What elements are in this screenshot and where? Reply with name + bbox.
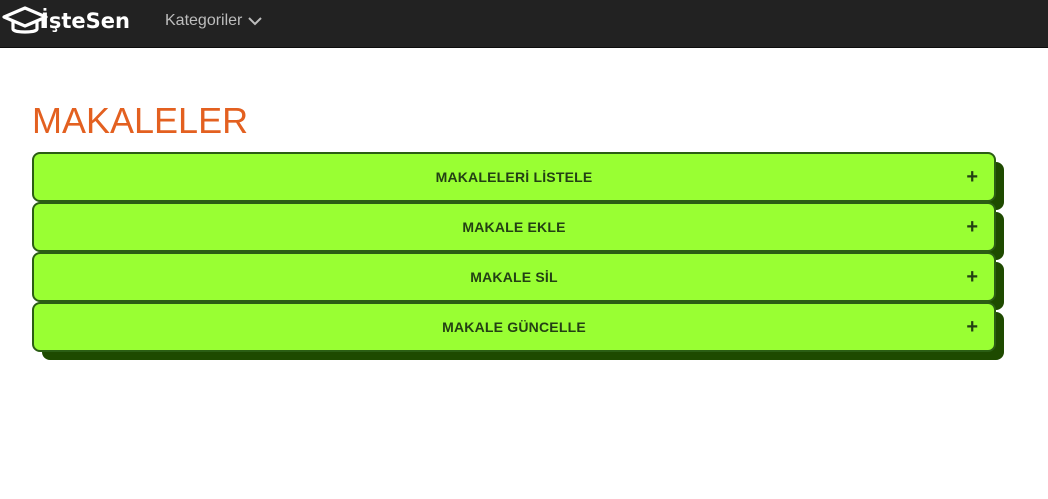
accordion-header-list[interactable]: MAKALELERİ LİSTELE + <box>32 152 996 202</box>
brand-name: İşteSen <box>41 9 130 33</box>
accordion-item-list: MAKALELERİ LİSTELE + <box>32 152 1004 210</box>
chevron-down-icon <box>248 17 263 26</box>
plus-icon[interactable]: + <box>966 317 978 337</box>
accordion-item-delete: MAKALE SİL + <box>32 252 1004 310</box>
plus-icon[interactable]: + <box>966 267 978 287</box>
plus-icon[interactable]: + <box>966 217 978 237</box>
accordion-label: MAKALE GÜNCELLE <box>442 319 586 335</box>
accordion-header-update[interactable]: MAKALE GÜNCELLE + <box>32 302 996 352</box>
accordion-header-add[interactable]: MAKALE EKLE + <box>32 202 996 252</box>
accordion-item-add: MAKALE EKLE + <box>32 202 1004 260</box>
accordion-label: MAKALELERİ LİSTELE <box>435 169 593 185</box>
accordion-header-delete[interactable]: MAKALE SİL + <box>32 252 996 302</box>
accordion-item-update: MAKALE GÜNCELLE + <box>32 302 1004 360</box>
top-navbar: İşteSen Kategoriler <box>0 0 1048 48</box>
categories-dropdown[interactable]: Kategoriler <box>165 12 263 30</box>
page-title: MAKALELER <box>32 100 249 141</box>
accordion-label: MAKALE EKLE <box>462 219 566 235</box>
plus-icon[interactable]: + <box>966 167 978 187</box>
categories-label: Kategoriler <box>165 12 243 29</box>
brand-link[interactable]: İşteSen <box>2 4 130 38</box>
articles-accordion: MAKALELERİ LİSTELE + MAKALE EKLE + MAKAL… <box>32 152 1004 360</box>
accordion-label: MAKALE SİL <box>470 269 558 285</box>
